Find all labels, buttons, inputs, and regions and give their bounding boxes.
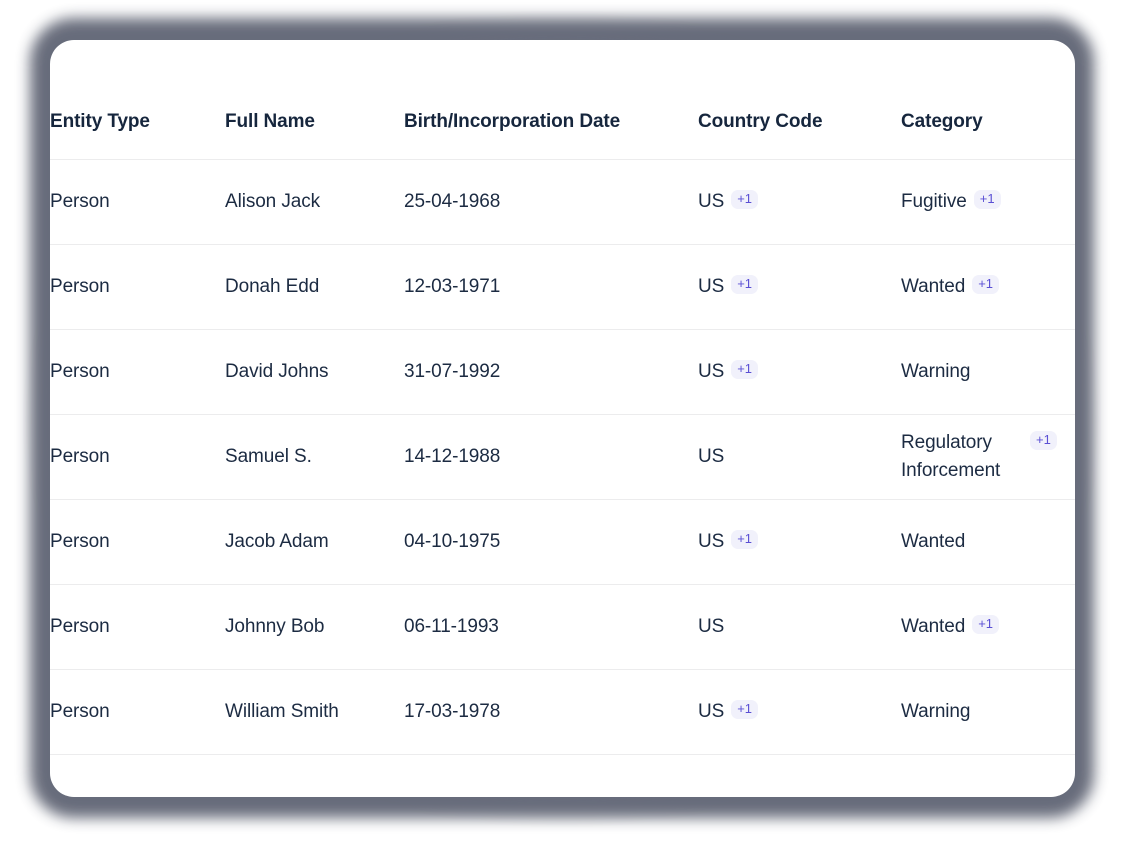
category-group: Wanted +1	[901, 273, 1000, 301]
cell-birth-incorporation-date: 25-04-1968	[404, 190, 501, 212]
cell-category: Regulatory Inforcement +1	[901, 414, 1075, 499]
category-value: Fugitive	[901, 190, 967, 212]
cell-full-name: David Johns	[225, 360, 329, 382]
table-row[interactable]: Person Johnny Bob 06-11-1993 US Wanted +1	[50, 584, 1075, 669]
country-code-value: US	[698, 190, 725, 212]
cell-full-name: Alison Jack	[225, 190, 320, 212]
cell-entity-type: Person	[50, 700, 110, 722]
category-value: Wanted	[901, 530, 966, 552]
category-value: Wanted	[901, 275, 966, 297]
country-code-group: US +1	[698, 188, 759, 216]
cell-full-name: William Smith	[225, 700, 339, 722]
table-row[interactable]: Person William Smith 17-03-1978 US +1 Warning	[50, 669, 1075, 754]
cell-category: Wanted +1	[901, 584, 1075, 669]
column-header-country-code[interactable]: Country Code	[698, 40, 901, 159]
column-header-full-name[interactable]: Full Name	[225, 40, 404, 159]
cell-country-code: US	[698, 414, 901, 499]
table-row[interactable]: Person Donah Edd 12-03-1971 US +1 Wanted +1	[50, 244, 1075, 329]
table-row[interactable]: Person Jacob Adam 04-10-1975 US +1 Wanted	[50, 499, 1075, 584]
category-value: Regulatory Inforcement	[901, 431, 1001, 481]
cell-entity-type: Person	[50, 360, 110, 382]
cell-birth-incorporation-date: 06-11-1993	[404, 615, 499, 637]
category-value: Warning	[901, 700, 971, 722]
cell-birth-incorporation-date: 14-12-1988	[404, 445, 501, 467]
category-group: Regulatory Inforcement +1	[901, 429, 1057, 485]
column-header-birth-incorporation-date[interactable]: Birth/Incorporation Date	[404, 40, 698, 159]
cell-country-code: US +1	[698, 159, 901, 244]
cell-full-name: Johnny Bob	[225, 615, 325, 637]
cell-country-code: US +1	[698, 244, 901, 329]
country-code-value: US	[698, 700, 725, 722]
cell-birth-incorporation-date: 04-10-1975	[404, 530, 501, 552]
country-code-value: US	[698, 275, 725, 297]
country-code-overflow-badge[interactable]: +1	[731, 359, 759, 379]
cell-category: Fugitive +1	[901, 159, 1075, 244]
entity-results-card: Entity Type Full Name Birth/Incorporatio…	[50, 40, 1075, 797]
category-group: Warning	[901, 698, 970, 726]
category-overflow-badge[interactable]: +1	[972, 614, 1000, 634]
country-code-group: US +1	[698, 273, 759, 301]
table-row[interactable]: Person Samuel S. 14-12-1988 US Regulatory In…	[50, 414, 1075, 499]
cell-country-code: US +1	[698, 329, 901, 414]
table-header: Entity Type Full Name Birth/Incorporatio…	[50, 40, 1075, 159]
cell-country-code: US +1	[698, 499, 901, 584]
country-code-value: US	[698, 615, 725, 637]
country-code-overflow-badge[interactable]: +1	[731, 189, 759, 209]
country-code-value: US	[698, 445, 725, 467]
cell-country-code: US +1	[698, 669, 901, 754]
cell-entity-type: Person	[50, 275, 110, 297]
cell-birth-incorporation-date: 17-03-1978	[404, 700, 501, 722]
cell-category: Wanted	[901, 499, 1075, 584]
table-header-row: Entity Type Full Name Birth/Incorporatio…	[50, 40, 1075, 159]
country-code-value: US	[698, 530, 725, 552]
category-group: Warning	[901, 358, 970, 386]
cell-full-name: Donah Edd	[225, 275, 320, 297]
category-value: Wanted	[901, 615, 966, 637]
country-code-overflow-badge[interactable]: +1	[731, 699, 759, 719]
country-code-group: US +1	[698, 358, 759, 386]
category-overflow-badge[interactable]: +1	[973, 189, 1001, 209]
country-code-overflow-badge[interactable]: +1	[731, 529, 759, 549]
cell-entity-type: Person	[50, 530, 110, 552]
category-value: Warning	[901, 360, 971, 382]
cell-entity-type: Person	[50, 615, 110, 637]
table-body: Person Alison Jack 25-04-1968 US +1 Fugitive +…	[50, 159, 1075, 754]
country-code-group: US +1	[698, 698, 759, 726]
country-code-group: US	[698, 443, 724, 471]
cell-entity-type: Person	[50, 190, 110, 212]
category-overflow-badge[interactable]: +1	[1030, 430, 1057, 450]
cell-entity-type: Person	[50, 445, 110, 467]
screenshot-stage: Entity Type Full Name Birth/Incorporatio…	[0, 0, 1122, 845]
cell-category: Wanted +1	[901, 244, 1075, 329]
cell-category: Warning	[901, 329, 1075, 414]
cell-full-name: Jacob Adam	[225, 530, 329, 552]
category-overflow-badge[interactable]: +1	[972, 274, 1000, 294]
category-group: Fugitive +1	[901, 188, 1001, 216]
country-code-group: US +1	[698, 528, 759, 556]
country-code-overflow-badge[interactable]: +1	[731, 274, 759, 294]
category-group: Wanted +1	[901, 613, 1000, 641]
cell-full-name: Samuel S.	[225, 445, 312, 467]
table-row[interactable]: Person David Johns 31-07-1992 US +1 Warning	[50, 329, 1075, 414]
cell-birth-incorporation-date: 31-07-1992	[404, 360, 501, 382]
country-code-value: US	[698, 360, 725, 382]
cell-category: Warning	[901, 669, 1075, 754]
entity-results-table: Entity Type Full Name Birth/Incorporatio…	[50, 40, 1075, 755]
category-group: Wanted	[901, 528, 965, 556]
column-header-category[interactable]: Category	[901, 40, 1075, 159]
table-row[interactable]: Person Alison Jack 25-04-1968 US +1 Fugitive +…	[50, 159, 1075, 244]
column-header-entity-type[interactable]: Entity Type	[50, 40, 225, 159]
cell-country-code: US	[698, 584, 901, 669]
country-code-group: US	[698, 613, 724, 641]
cell-birth-incorporation-date: 12-03-1971	[404, 275, 501, 297]
